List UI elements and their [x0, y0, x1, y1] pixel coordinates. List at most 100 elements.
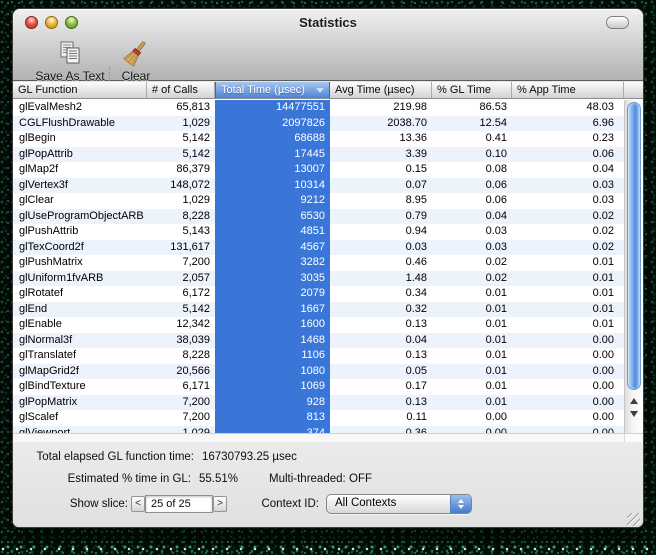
table-row[interactable]: glClear 1,029 9212 8.95 0.06 0.03: [13, 193, 624, 209]
cell-total-time: 6530: [215, 209, 330, 225]
cell-num-calls: 5,142: [147, 147, 215, 163]
context-id-popup[interactable]: All Contexts: [326, 494, 472, 514]
table-row[interactable]: glEvalMesh2 65,813 14477551 219.98 86.53…: [13, 100, 624, 116]
table-row[interactable]: glScalef 7,200 813 0.11 0.00 0.00: [13, 410, 624, 426]
column-header-total-time-label: Total Time (µsec): [221, 84, 305, 96]
cell-num-calls: 131,617: [147, 240, 215, 256]
total-elapsed-label: Total elapsed GL function time:: [13, 451, 194, 463]
cell-pct-gl-time: 0.03: [432, 224, 512, 240]
table-row[interactable]: glUniform1fvARB 2,057 3035 1.48 0.02 0.0…: [13, 271, 624, 287]
cell-total-time: 4851: [215, 224, 330, 240]
slice-prev-button[interactable]: <: [131, 496, 145, 512]
column-header-total-time[interactable]: Total Time (µsec): [215, 82, 330, 98]
table-row[interactable]: glUseProgramObjectARB 8,228 6530 0.79 0.…: [13, 209, 624, 225]
column-header-avg-time[interactable]: Avg Time (µsec): [330, 82, 432, 98]
cell-pct-gl-time: 0.04: [432, 209, 512, 225]
cell-total-time: 2097826: [215, 116, 330, 132]
cell-avg-time: 0.13: [330, 348, 432, 364]
save-as-text-label: Save As Text: [27, 69, 113, 83]
scroll-down-icon: [630, 411, 638, 417]
cell-pct-app-time: 0.04: [512, 162, 624, 178]
titlebar[interactable]: Statistics: [13, 9, 643, 35]
cell-num-calls: 7,200: [147, 410, 215, 426]
table-row[interactable]: glRotatef 6,172 2079 0.34 0.01 0.01: [13, 286, 624, 302]
cell-pct-gl-time: 0.08: [432, 162, 512, 178]
column-header-gl-function[interactable]: GL Function: [13, 82, 147, 98]
cell-total-time: 813: [215, 410, 330, 426]
table-row[interactable]: CGLFlushDrawable 1,029 2097826 2038.70 1…: [13, 116, 624, 132]
table-row[interactable]: glTranslatef 8,228 1106 0.13 0.01 0.00: [13, 348, 624, 364]
cell-gl-function: glEnable: [13, 317, 147, 333]
cell-num-calls: 8,228: [147, 348, 215, 364]
cell-avg-time: 0.34: [330, 286, 432, 302]
cell-pct-app-time: 0.00: [512, 410, 624, 426]
table-row[interactable]: glMapGrid2f 20,566 1080 0.05 0.01 0.00: [13, 364, 624, 380]
cell-avg-time: 0.46: [330, 255, 432, 271]
cell-pct-app-time: 0.01: [512, 255, 624, 271]
save-as-text-button[interactable]: Save As Text: [27, 39, 113, 83]
clear-button[interactable]: Clear: [111, 39, 161, 83]
cell-pct-app-time: 0.00: [512, 426, 624, 434]
table-row[interactable]: glNormal3f 38,039 1468 0.04 0.01 0.00: [13, 333, 624, 349]
cell-total-time: 1080: [215, 364, 330, 380]
cell-num-calls: 148,072: [147, 178, 215, 194]
column-header-pct-gl-time[interactable]: % GL Time: [432, 82, 512, 98]
scroll-down-button[interactable]: [625, 407, 643, 420]
table-row[interactable]: glBegin 5,142 68688 13.36 0.41 0.23: [13, 131, 624, 147]
table-row[interactable]: glPopMatrix 7,200 928 0.13 0.01 0.00: [13, 395, 624, 411]
cell-total-time: 10314: [215, 178, 330, 194]
table-row[interactable]: glMap2f 86,379 13007 0.15 0.08 0.04: [13, 162, 624, 178]
table-row[interactable]: glEnable 12,342 1600 0.13 0.01 0.01: [13, 317, 624, 333]
scrollbar-thumb[interactable]: [627, 102, 641, 390]
table-row[interactable]: glEnd 5,142 1667 0.32 0.01 0.01: [13, 302, 624, 318]
cell-gl-function: glMap2f: [13, 162, 147, 178]
cell-gl-function: CGLFlushDrawable: [13, 116, 147, 132]
cell-pct-app-time: 0.00: [512, 348, 624, 364]
cell-total-time: 3282: [215, 255, 330, 271]
toolbar-toggle-pill-button[interactable]: [606, 16, 629, 29]
cell-pct-app-time: 0.01: [512, 302, 624, 318]
footer-panel: Total elapsed GL function time: 16730793…: [13, 442, 643, 528]
cell-pct-app-time: 0.06: [512, 147, 624, 163]
resize-grip-icon[interactable]: [627, 513, 640, 526]
table-row[interactable]: glBindTexture 6,171 1069 0.17 0.01 0.00: [13, 379, 624, 395]
cell-gl-function: glTranslatef: [13, 348, 147, 364]
cell-pct-gl-time: 0.02: [432, 255, 512, 271]
multithreaded-value: OFF: [349, 473, 372, 485]
cell-avg-time: 0.11: [330, 410, 432, 426]
cell-avg-time: 0.36: [330, 426, 432, 434]
desktop-pattern-band: [0, 543, 656, 555]
multithreaded-label: Multi-threaded:: [269, 473, 341, 485]
sort-descending-icon: [316, 88, 324, 93]
table-row[interactable]: glViewport 1,029 374 0.36 0.00 0.00: [13, 426, 624, 434]
cell-gl-function: glViewport: [13, 426, 147, 434]
documents-icon: [27, 39, 113, 67]
table-row[interactable]: glVertex3f 148,072 10314 0.07 0.06 0.03: [13, 178, 624, 194]
cell-pct-gl-time: 0.10: [432, 147, 512, 163]
cell-total-time: 17445: [215, 147, 330, 163]
cell-gl-function: glPopMatrix: [13, 395, 147, 411]
window-title: Statistics: [13, 15, 643, 30]
slice-field[interactable]: 25 of 25: [145, 495, 213, 513]
table-header-row: GL Function # of Calls Total Time (µsec)…: [13, 82, 643, 99]
statistics-window: Statistics Save As Text: [12, 8, 644, 528]
column-header-num-calls[interactable]: # of Calls: [147, 82, 215, 98]
cell-gl-function: glNormal3f: [13, 333, 147, 349]
cell-pct-gl-time: 0.01: [432, 395, 512, 411]
clear-label: Clear: [111, 69, 161, 83]
cell-avg-time: 2038.70: [330, 116, 432, 132]
cell-total-time: 68688: [215, 131, 330, 147]
scroll-up-button[interactable]: [625, 394, 643, 407]
cell-total-time: 2079: [215, 286, 330, 302]
vertical-scrollbar[interactable]: [624, 100, 643, 433]
table-row[interactable]: glPushMatrix 7,200 3282 0.46 0.02 0.01: [13, 255, 624, 271]
cell-total-time: 1667: [215, 302, 330, 318]
cell-gl-function: glPushMatrix: [13, 255, 147, 271]
table-row[interactable]: glPopAttrib 5,142 17445 3.39 0.10 0.06: [13, 147, 624, 163]
column-header-pct-app-time[interactable]: % App Time: [512, 82, 624, 98]
cell-num-calls: 12,342: [147, 317, 215, 333]
table-row[interactable]: glTexCoord2f 131,617 4567 0.03 0.03 0.02: [13, 240, 624, 256]
cell-pct-app-time: 6.96: [512, 116, 624, 132]
table-row[interactable]: glPushAttrib 5,143 4851 0.94 0.03 0.02: [13, 224, 624, 240]
cell-avg-time: 0.13: [330, 395, 432, 411]
